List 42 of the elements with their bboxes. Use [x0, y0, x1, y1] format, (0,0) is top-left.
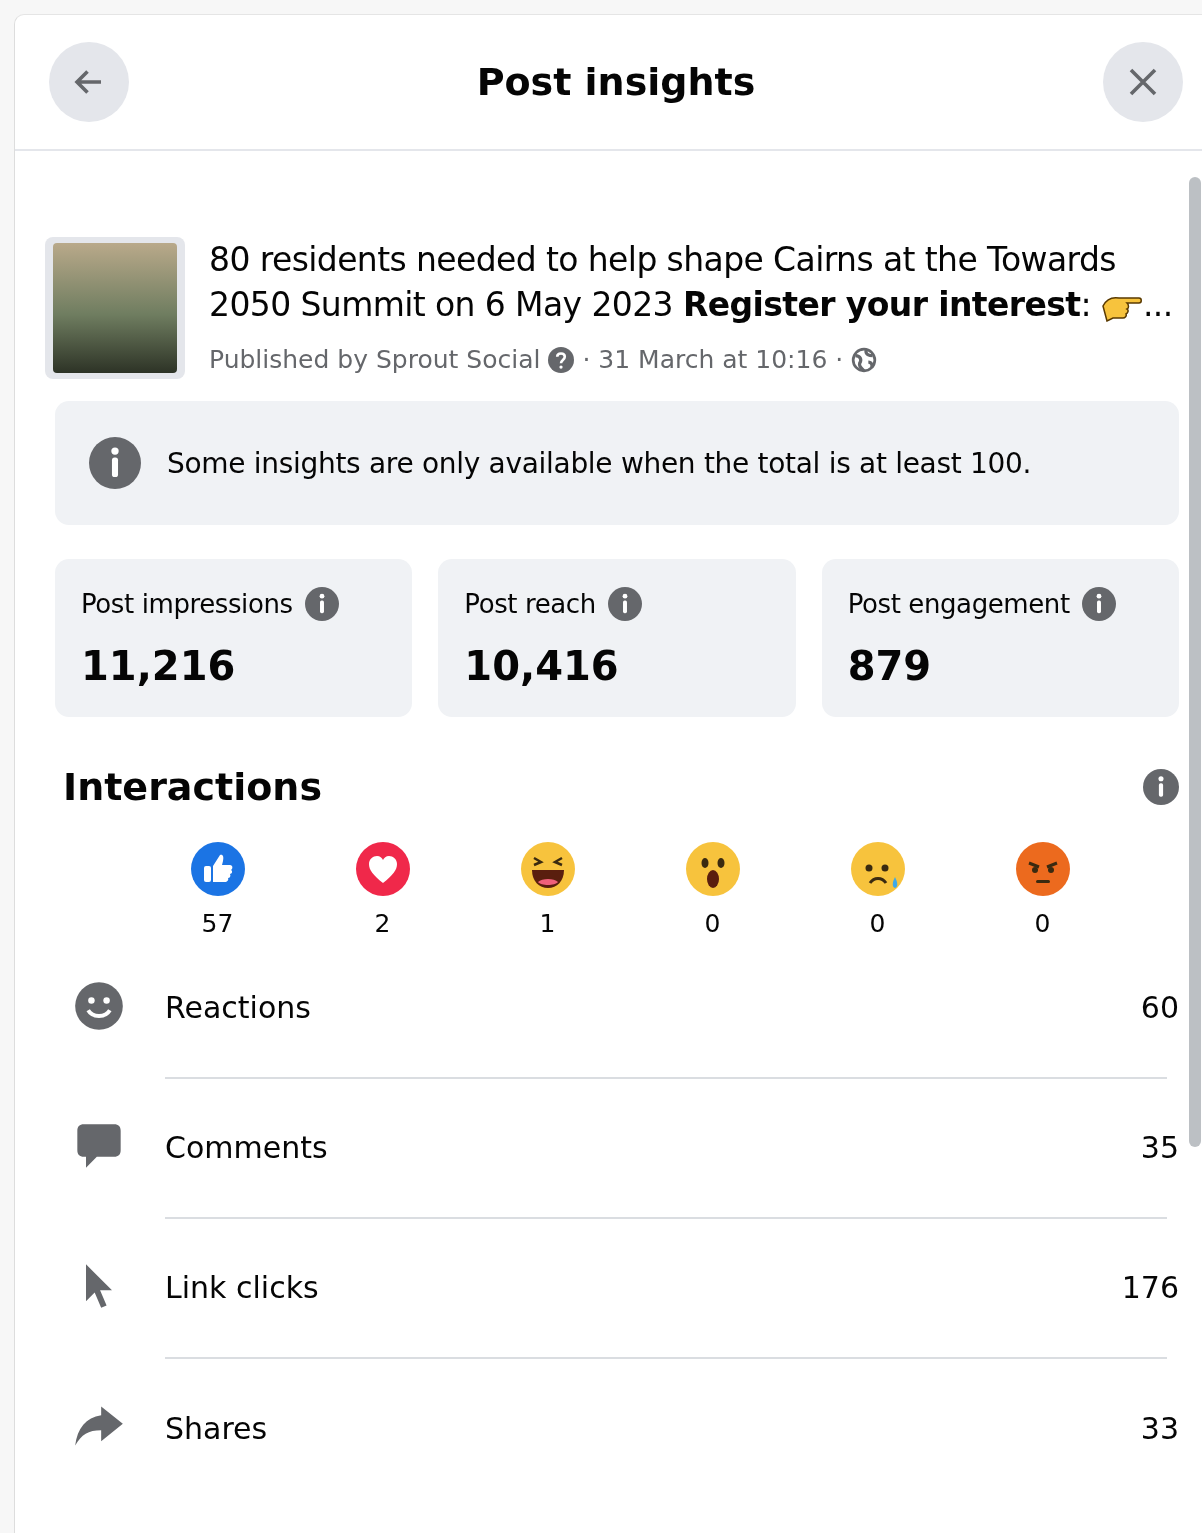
reaction-count: 0 [1034, 909, 1051, 938]
post-thumbnail[interactable] [45, 237, 185, 379]
metric-value: 33 [1140, 1410, 1179, 1446]
stat-value: 10,416 [464, 643, 620, 689]
info-icon [607, 587, 642, 621]
metric-value: 60 [1140, 989, 1179, 1025]
stat-value: 879 [847, 643, 933, 689]
stat-label: Post impressions [81, 589, 293, 619]
metric-label: Comments [165, 1129, 328, 1165]
sad-face-icon [849, 841, 906, 897]
post-caption: 80 residents needed to help shape Cairns at the Towards 2050 Summit on 6 May 2023 Register your interest: [209, 240, 1116, 324]
stat-label: Post engagement [847, 589, 1070, 619]
more-ellipsis[interactable]: ... [1142, 285, 1173, 324]
metric-label: Shares [165, 1410, 268, 1446]
metric-value: 35 [1140, 1129, 1179, 1165]
panel-title: Post insights [476, 60, 756, 104]
stat-label: Post reach [464, 589, 596, 619]
reaction-count: 1 [539, 909, 556, 938]
thumbs-up-icon [189, 841, 246, 897]
globe-icon [851, 346, 878, 373]
notice-text: Some insights are only available when the total is at least 100. [167, 446, 1032, 480]
stat-value: 11,216 [81, 643, 237, 689]
smiley-icon [73, 980, 125, 1032]
angry-face-icon [1014, 841, 1071, 897]
metric-value: 176 [1121, 1269, 1179, 1305]
info-icon [89, 437, 141, 489]
publisher-text: Published by Sprout Social [209, 345, 541, 374]
info-icon [304, 587, 339, 621]
section-title: Interactions [63, 765, 322, 809]
info-icon [1143, 769, 1179, 805]
info-icon [1081, 587, 1116, 621]
reaction-count: 0 [869, 909, 886, 938]
surprised-face-icon [684, 841, 741, 897]
metric-label: Link clicks [165, 1269, 319, 1305]
scrollbar-thumb[interactable] [1189, 177, 1201, 1147]
help-icon [548, 346, 575, 373]
reaction-count: 0 [704, 909, 721, 938]
reaction-count: 2 [374, 909, 391, 938]
post-date[interactable]: · 31 March at 10:16 · [582, 345, 844, 374]
reaction-count: 57 [201, 909, 234, 938]
metric-label: Reactions [165, 989, 311, 1025]
laughing-face-icon [519, 841, 576, 897]
